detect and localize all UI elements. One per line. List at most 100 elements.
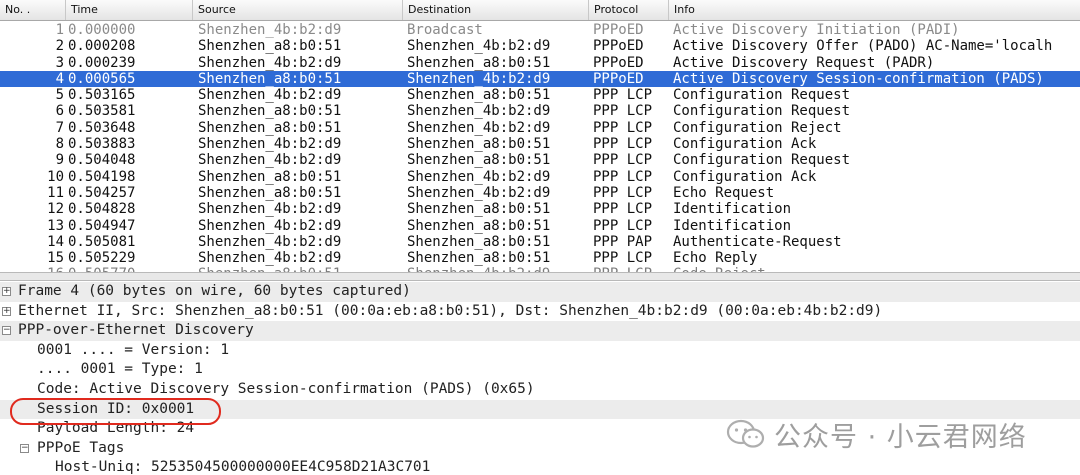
packet-destination: Shenzhen_a8:b0:51 bbox=[407, 233, 551, 250]
packet-destination: Shenzhen_a8:b0:51 bbox=[407, 87, 551, 104]
packet-info: Active Discovery Offer (PADO) AC-Name='l… bbox=[673, 38, 1053, 55]
packet-time: 0.505081 bbox=[68, 233, 136, 250]
expand-plus-icon[interactable]: + bbox=[2, 306, 11, 316]
detail-tree-item[interactable]: Code: Active Discovery Session-confirmat… bbox=[0, 380, 1080, 400]
packet-time: 0.503581 bbox=[68, 103, 136, 120]
pane-splitter[interactable] bbox=[0, 272, 1080, 281]
column-header-time[interactable]: Time bbox=[66, 0, 193, 20]
packet-source: Shenzhen_4b:b2:d9 bbox=[198, 250, 342, 267]
packet-info: Configuration Request bbox=[673, 87, 851, 104]
collapse-minus-icon[interactable]: − bbox=[20, 443, 29, 453]
packet-source: Shenzhen_4b:b2:d9 bbox=[198, 217, 342, 234]
packet-no: 12 bbox=[47, 201, 64, 218]
packet-row[interactable]: 2 0.000208 Shenzhen_a8:b0:51 Shenzhen_4b:b2… bbox=[0, 38, 1080, 54]
packet-time: 0.504048 bbox=[68, 152, 136, 169]
packet-no: 13 bbox=[47, 217, 64, 234]
packet-source: Shenzhen_4b:b2:d9 bbox=[198, 233, 342, 250]
packet-row[interactable]: 1 0.000000 Shenzhen_4b:b2:d9 Broadcast PPPoE… bbox=[0, 22, 1080, 38]
packet-protocol: PPP LCP bbox=[593, 184, 653, 201]
detail-tree-item[interactable]: + Frame 4 (60 bytes on wire, 60 bytes cap… bbox=[0, 282, 1080, 302]
detail-tree-item[interactable]: .... 0001 = Type: 1 bbox=[0, 360, 1080, 380]
packet-destination: Shenzhen_4b:b2:d9 bbox=[407, 184, 551, 201]
packet-destination: Shenzhen_4b:b2:d9 bbox=[407, 168, 551, 185]
packet-protocol: PPP LCP bbox=[593, 168, 653, 185]
packet-info: Configuration Ack bbox=[673, 136, 817, 153]
packet-no: 11 bbox=[47, 184, 64, 201]
packet-info: Echo Reply bbox=[673, 250, 758, 267]
packet-row[interactable]: 6 0.503581 Shenzhen_a8:b0:51 Shenzhen_4b:b2… bbox=[0, 103, 1080, 119]
packet-source: Shenzhen_a8:b0:51 bbox=[198, 119, 342, 136]
packet-row[interactable]: 5 0.503165 Shenzhen_4b:b2:d9 Shenzhen_a8:b0… bbox=[0, 87, 1080, 103]
packet-no: 5 bbox=[55, 87, 64, 104]
packet-source: Shenzhen_4b:b2:d9 bbox=[198, 136, 342, 153]
packet-source: Shenzhen_a8:b0:51 bbox=[198, 184, 342, 201]
packet-protocol: PPP LCP bbox=[593, 87, 653, 104]
packet-time: 0.504198 bbox=[68, 168, 136, 185]
packet-info: Configuration Request bbox=[673, 103, 851, 120]
packet-info: Echo Request bbox=[673, 184, 775, 201]
column-header-protocol[interactable]: Protocol bbox=[589, 0, 669, 20]
packet-source: Shenzhen_4b:b2:d9 bbox=[198, 87, 342, 104]
detail-tree-item[interactable]: − PPP-over-Ethernet Discovery bbox=[0, 321, 1080, 341]
packet-time: 0.000000 bbox=[68, 22, 136, 38]
detail-tree-item[interactable]: 0001 .... = Version: 1 bbox=[0, 341, 1080, 361]
packet-row-selected[interactable]: 4 0.000565 Shenzhen_a8:b0:51 Shenzhen_4b:b2… bbox=[0, 70, 1080, 88]
packet-source: Shenzhen_a8:b0:51 bbox=[198, 38, 342, 55]
packet-row[interactable]: 15 0.505229 Shenzhen_4b:b2:d9 Shenzhen_a8:b… bbox=[0, 250, 1080, 266]
packet-row[interactable]: 10 0.504198 Shenzhen_a8:b0:51 Shenzhen_4b:b… bbox=[0, 169, 1080, 185]
packet-row[interactable]: 14 0.505081 Shenzhen_4b:b2:d9 Shenzhen_a8:b… bbox=[0, 234, 1080, 250]
collapse-minus-icon[interactable]: − bbox=[2, 326, 11, 336]
column-header-source[interactable]: Source bbox=[193, 0, 403, 20]
expand-plus-icon[interactable]: + bbox=[2, 287, 11, 296]
packet-source: Shenzhen_4b:b2:d9 bbox=[198, 201, 342, 218]
packet-protocol: PPP PAP bbox=[593, 233, 653, 250]
packet-source: Shenzhen_a8:b0:51 bbox=[198, 168, 342, 185]
session-id-highlight-ring bbox=[10, 398, 221, 425]
packet-row[interactable]: 13 0.504947 Shenzhen_4b:b2:d9 Shenzhen_a8:b… bbox=[0, 218, 1080, 234]
packet-destination: Shenzhen_a8:b0:51 bbox=[407, 250, 551, 267]
packet-destination: Shenzhen_a8:b0:51 bbox=[407, 217, 551, 234]
detail-tree-item[interactable]: + Ethernet II, Src: Shenzhen_a8:b0:51 (00… bbox=[0, 302, 1080, 322]
packet-destination: Shenzhen_4b:b2:d9 bbox=[407, 119, 551, 136]
detail-tree-label: Host-Uniq: 5253504500000000EE4C958D21A3C… bbox=[55, 459, 431, 475]
packet-time: 0.503883 bbox=[68, 136, 136, 153]
packet-info: Identification bbox=[673, 217, 792, 234]
packet-source: Shenzhen_4b:b2:d9 bbox=[198, 152, 342, 169]
packet-no: 4 bbox=[55, 70, 64, 87]
packet-no: 2 bbox=[55, 38, 64, 55]
packet-destination: Shenzhen_4b:b2:d9 bbox=[407, 103, 551, 120]
packet-destination: Shenzhen_4b:b2:d9 bbox=[407, 70, 551, 87]
column-header-destination[interactable]: Destination bbox=[403, 0, 589, 20]
packet-time: 0.503165 bbox=[68, 87, 136, 104]
packet-source: Shenzhen_a8:b0:51 bbox=[198, 70, 342, 87]
column-header-info[interactable]: Info bbox=[669, 0, 1080, 20]
packet-info: Active Discovery Initiation (PADI) bbox=[673, 22, 960, 38]
detail-tree-label: Ethernet II, Src: Shenzhen_a8:b0:51 (00:… bbox=[18, 302, 883, 319]
packet-time: 0.000208 bbox=[68, 38, 136, 55]
packet-row[interactable]: 9 0.504048 Shenzhen_4b:b2:d9 Shenzhen_a8:b0… bbox=[0, 152, 1080, 168]
packet-no: 14 bbox=[47, 233, 64, 250]
packet-destination: Shenzhen_a8:b0:51 bbox=[407, 54, 551, 71]
wechat-icon bbox=[726, 419, 765, 448]
packet-row[interactable]: 8 0.503883 Shenzhen_4b:b2:d9 Shenzhen_a8:b0… bbox=[0, 136, 1080, 152]
packet-protocol: PPP LCP bbox=[593, 201, 653, 218]
packet-row[interactable]: 7 0.503648 Shenzhen_a8:b0:51 Shenzhen_4b:b2… bbox=[0, 120, 1080, 136]
detail-tree-label: 0001 .... = Version: 1 bbox=[37, 341, 230, 358]
packet-list-pane[interactable]: No. . Time Source Destination Protocol I… bbox=[0, 0, 1080, 272]
packet-info: Authenticate-Request bbox=[673, 233, 842, 250]
packet-info: Active Discovery Session-confirmation (P… bbox=[673, 70, 1044, 87]
packet-row[interactable]: 3 0.000239 Shenzhen_4b:b2:d9 Shenzhen_a8:b0… bbox=[0, 55, 1080, 71]
detail-tree-item[interactable]: Host-Uniq: 5253504500000000EE4C958D21A3C… bbox=[0, 458, 1080, 475]
packet-source: Shenzhen_a8:b0:51 bbox=[198, 103, 342, 120]
detail-tree-label: PPP-over-Ethernet Discovery bbox=[18, 322, 254, 339]
packet-destination: Shenzhen_a8:b0:51 bbox=[407, 201, 551, 218]
column-header-no[interactable]: No. . bbox=[0, 0, 66, 20]
packet-row[interactable]: 11 0.504257 Shenzhen_a8:b0:51 Shenzhen_4b:b… bbox=[0, 185, 1080, 201]
packet-source: Shenzhen_4b:b2:d9 bbox=[198, 22, 342, 38]
packet-no: 15 bbox=[47, 250, 64, 267]
packet-no: 8 bbox=[55, 136, 64, 153]
packet-row[interactable]: 12 0.504828 Shenzhen_4b:b2:d9 Shenzhen_a8:b… bbox=[0, 201, 1080, 217]
packet-no: 10 bbox=[47, 168, 64, 185]
watermark-text: 公众号 · 小云君网络 bbox=[774, 421, 1027, 453]
packet-rows: 1 0.000000 Shenzhen_4b:b2:d9 Broadcast PPPoE… bbox=[0, 22, 1080, 272]
